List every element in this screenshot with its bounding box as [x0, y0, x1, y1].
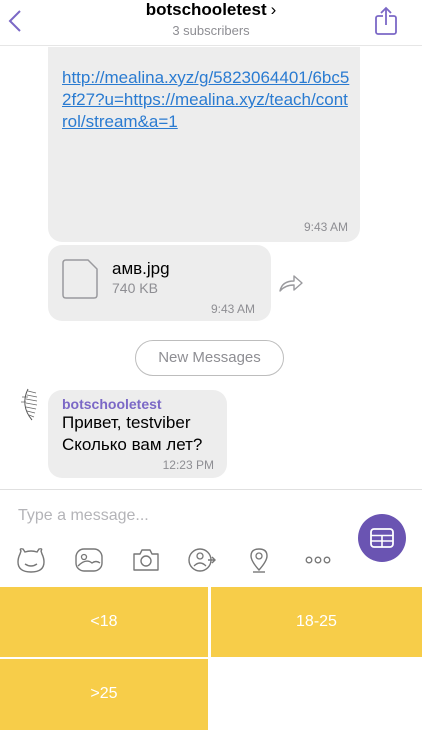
forward-icon[interactable] [278, 273, 304, 293]
message-time: 12:23 PM [162, 458, 214, 472]
composer [0, 489, 422, 587]
keyboard-grid-icon [370, 528, 394, 548]
bot-keyboard-toggle-button[interactable] [358, 514, 406, 562]
message-input[interactable] [18, 504, 338, 528]
camera-icon[interactable] [131, 546, 161, 574]
message-link[interactable]: http://mealina.xyz/g/5823064401/6bc52f27… [62, 67, 352, 133]
keyboard-button-over-25[interactable]: >25 [0, 659, 208, 730]
message-time: 9:43 AM [210, 302, 255, 316]
file-icon [62, 259, 98, 299]
new-messages-divider: New Messages [135, 340, 284, 376]
message-time: 9:43 AM [303, 220, 348, 234]
bot-keyboard: <18 18-25 >25 [0, 587, 422, 730]
message-text: Привет, testviber Сколько вам лет? [62, 412, 202, 456]
gallery-icon[interactable] [74, 546, 104, 574]
file-message-bubble[interactable]: амв.jpg 740 KB 9:43 AM [48, 245, 271, 321]
bot-avatar[interactable] [18, 387, 42, 423]
message-line: Привет, testviber [62, 413, 191, 432]
link-message-bubble[interactable]: http://mealina.xyz/g/5823064401/6bc52f27… [48, 47, 360, 242]
sticker-icon[interactable] [16, 546, 46, 574]
chevron-right-icon: › [270, 0, 277, 19]
chat-header: botschooletest › 3 subscribers [0, 0, 422, 46]
message-line: Сколько вам лет? [62, 435, 203, 454]
bot-message-bubble[interactable]: botschooletest Привет, testviber Сколько… [48, 390, 227, 478]
keyboard-button-under-18[interactable]: <18 [0, 587, 208, 657]
file-name: амв.jpg [112, 259, 170, 278]
file-size: 740 KB [112, 280, 158, 296]
message-list[interactable]: http://mealina.xyz/g/5823064401/6bc52f27… [0, 47, 422, 489]
more-icon[interactable] [303, 546, 333, 574]
chat-title-area[interactable]: botschooletest › 3 subscribers [0, 0, 422, 40]
video-message-icon[interactable] [187, 546, 217, 574]
chat-title[interactable]: botschooletest › [0, 0, 422, 20]
subscriber-count: 3 subscribers [172, 23, 250, 38]
keyboard-button-18-25[interactable]: 18-25 [211, 587, 422, 657]
location-icon[interactable] [244, 546, 274, 574]
sender-name[interactable]: botschooletest [62, 396, 162, 412]
share-icon[interactable] [374, 6, 398, 36]
